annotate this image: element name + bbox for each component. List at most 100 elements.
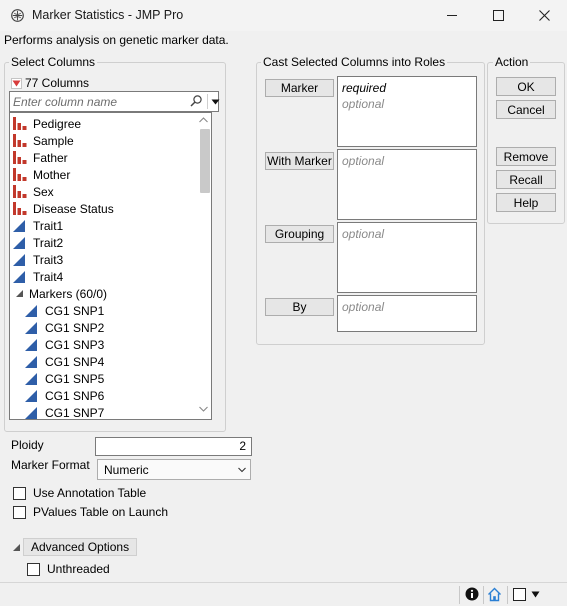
by-role-button[interactable]: By	[265, 298, 334, 316]
scroll-down-arrow-icon[interactable]	[199, 406, 208, 412]
group-disclosure-icon[interactable]	[15, 287, 24, 300]
help-button[interactable]: Help	[496, 193, 556, 212]
scroll-thumb[interactable]	[200, 129, 210, 193]
continuous-triangle-icon	[25, 373, 37, 385]
continuous-triangle-icon	[13, 220, 25, 232]
scroll-up-arrow-icon[interactable]	[199, 117, 208, 123]
nominal-bar-icon	[13, 168, 27, 181]
column-name: Sex	[33, 184, 54, 199]
continuous-triangle-icon	[25, 305, 37, 317]
continuous-triangle-icon	[25, 339, 37, 351]
use-annotation-table-checkbox[interactable]	[13, 486, 26, 500]
info-icon[interactable]	[465, 587, 479, 601]
search-icon[interactable]	[190, 95, 202, 108]
column-name: CG1 SNP5	[45, 371, 105, 386]
column-list-item[interactable]: Sex	[13, 183, 199, 200]
column-name: Pedigree	[33, 116, 82, 131]
column-name: CG1 SNP6	[45, 388, 105, 403]
by-role-box[interactable]: optional	[337, 295, 477, 332]
column-search-input[interactable]	[13, 94, 181, 110]
column-name: Disease Status	[33, 201, 114, 216]
column-list-item[interactable]: Sample	[13, 132, 199, 149]
unthreaded-label: Unthreaded	[47, 562, 110, 576]
column-list-item[interactable]: CG1 SNP7	[25, 404, 211, 420]
column-name: CG1 SNP4	[45, 354, 105, 369]
maximize-button[interactable]	[475, 0, 521, 31]
recall-button[interactable]: Recall	[496, 170, 556, 189]
window-title: Marker Statistics - JMP Pro	[32, 8, 184, 22]
column-list-item[interactable]: Mother	[13, 166, 199, 183]
role-required-text: required	[342, 81, 387, 95]
marker-role-button[interactable]: Marker	[265, 79, 334, 97]
continuous-triangle-icon	[13, 254, 25, 266]
column-list-scrollbar[interactable]	[196, 113, 211, 419]
ploidy-label: Ploidy	[11, 438, 44, 452]
column-list-item[interactable]: CG1 SNP3	[25, 336, 211, 353]
continuous-triangle-icon	[25, 407, 37, 419]
marker-format-select[interactable]: Numeric	[97, 459, 251, 480]
column-name: Sample	[33, 133, 74, 148]
nominal-bar-icon	[13, 117, 27, 130]
column-list-item[interactable]: Disease Status	[13, 200, 199, 217]
nominal-bar-icon	[13, 151, 27, 164]
close-button[interactable]	[521, 0, 567, 31]
column-list-item[interactable]: CG1 SNP4	[25, 353, 211, 370]
column-group-item[interactable]: Markers (60/0)	[15, 285, 201, 302]
column-list-item[interactable]: Trait4	[13, 268, 199, 285]
pvalues-table-option[interactable]: PValues Table on Launch	[13, 505, 168, 519]
ok-button[interactable]: OK	[496, 77, 556, 96]
remove-button[interactable]: Remove	[496, 147, 556, 166]
window-list-icon[interactable]	[513, 588, 526, 601]
column-list-item[interactable]: Father	[13, 149, 199, 166]
marker-format-label: Marker Format	[11, 458, 90, 472]
red-triangle-icon	[12, 80, 21, 86]
unthreaded-checkbox[interactable]	[27, 562, 40, 576]
column-name: CG1 SNP7	[45, 405, 105, 420]
advanced-options-disclosure[interactable]: Advanced Options	[12, 538, 138, 556]
continuous-triangle-icon	[13, 271, 25, 283]
dropdown-arrow-icon[interactable]	[531, 591, 540, 598]
status-separator	[459, 586, 460, 604]
column-name: Trait2	[33, 235, 64, 250]
advanced-options-button[interactable]: Advanced Options	[23, 538, 138, 556]
select-columns-heading: Select Columns	[9, 55, 98, 69]
with-marker-role-box[interactable]: optional	[337, 149, 477, 220]
column-count-menu-button[interactable]	[11, 77, 22, 89]
nominal-bar-icon	[13, 202, 27, 215]
column-list[interactable]: Pedigree Sample Father Mother Sex Diseas…	[9, 112, 212, 420]
chevron-down-icon	[238, 467, 246, 473]
minimize-button[interactable]	[429, 0, 475, 31]
pvalues-table-checkbox[interactable]	[13, 505, 26, 519]
column-search-box	[9, 91, 220, 112]
column-name: Trait4	[33, 269, 64, 284]
nominal-bar-icon	[13, 185, 27, 198]
ploidy-input[interactable]: 2	[95, 437, 252, 456]
unthreaded-option[interactable]: Unthreaded	[27, 562, 110, 576]
status-separator	[507, 586, 508, 604]
column-count-label: 77 Columns	[25, 76, 90, 90]
column-list-item[interactable]: Trait1	[13, 217, 199, 234]
continuous-triangle-icon	[13, 237, 25, 249]
marker-role-box[interactable]: required optional	[337, 76, 477, 147]
cancel-button[interactable]: Cancel	[496, 100, 556, 119]
with-marker-role-button[interactable]: With Marker	[265, 152, 334, 170]
column-list-item[interactable]: Trait3	[13, 251, 199, 268]
use-annotation-table-label: Use Annotation Table	[33, 486, 147, 500]
search-options-dropdown-icon[interactable]	[211, 99, 220, 105]
column-list-item[interactable]: Trait2	[13, 234, 199, 251]
column-name: Father	[33, 150, 68, 165]
column-name: CG1 SNP3	[45, 337, 105, 352]
disclosure-triangle-icon[interactable]	[12, 543, 21, 552]
grouping-role-button[interactable]: Grouping	[265, 225, 334, 243]
home-icon[interactable]	[487, 587, 502, 602]
grouping-role-box[interactable]: optional	[337, 222, 477, 293]
column-list-item[interactable]: CG1 SNP1	[25, 302, 211, 319]
use-annotation-table-option[interactable]: Use Annotation Table	[13, 486, 146, 500]
column-list-item[interactable]: CG1 SNP6	[25, 387, 211, 404]
jmp-app-icon	[11, 9, 24, 22]
title-bar: Marker Statistics - JMP Pro	[0, 0, 567, 31]
column-name: Trait3	[33, 252, 64, 267]
column-list-item[interactable]: CG1 SNP5	[25, 370, 211, 387]
column-list-item[interactable]: Pedigree	[13, 115, 199, 132]
column-list-item[interactable]: CG1 SNP2	[25, 319, 211, 336]
